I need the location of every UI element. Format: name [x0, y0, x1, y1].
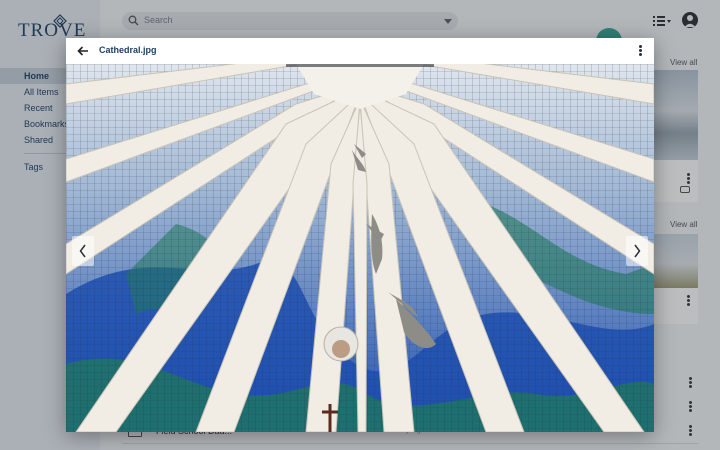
cathedral-photo [66, 64, 654, 432]
image-viewer: Cathedral.jpg [66, 38, 654, 432]
chevron-right-icon [634, 244, 641, 258]
arrow-left-icon[interactable] [76, 44, 90, 58]
chevron-left-icon [79, 244, 86, 258]
viewer-header: Cathedral.jpg [66, 38, 654, 64]
viewer-title: Cathedral.jpg [99, 45, 157, 55]
more-vert-icon[interactable] [638, 44, 642, 58]
next-image-button[interactable] [626, 236, 648, 266]
prev-image-button[interactable] [72, 236, 94, 266]
viewer-image [66, 64, 654, 432]
